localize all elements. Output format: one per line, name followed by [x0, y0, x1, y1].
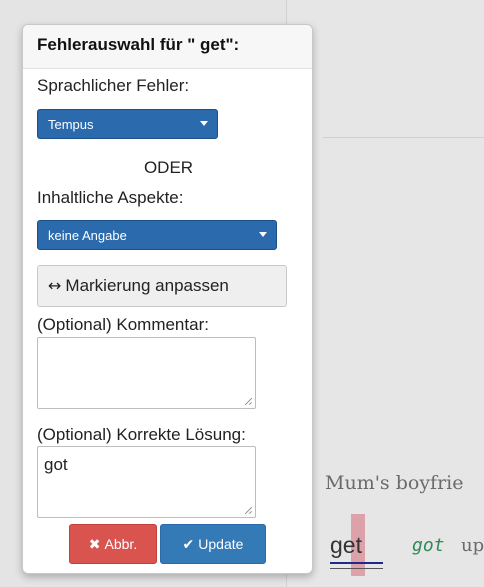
correct-solution-value: got — [44, 455, 68, 474]
adjust-marking-button[interactable]: ↔ Markierung anpassen — [37, 265, 287, 307]
marked-word[interactable]: get — [330, 532, 362, 559]
caret-down-icon — [200, 121, 208, 126]
word-underline — [330, 562, 383, 564]
linguistic-error-label: Sprachlicher Fehler: — [37, 76, 190, 95]
content-aspects-value: keine Angabe — [48, 228, 127, 243]
linguistic-error-value: Tempus — [48, 117, 94, 132]
resize-grip-icon[interactable] — [245, 398, 252, 405]
comment-label: (Optional) Kommentar: — [37, 315, 209, 334]
document-sentence: Mum's boyfrie — [325, 472, 464, 494]
correct-solution-textarea[interactable]: got — [37, 446, 256, 518]
content-aspects-select[interactable]: keine Angabe — [37, 220, 277, 250]
document-area — [287, 0, 484, 587]
times-icon: ✖ — [88, 537, 101, 553]
cancel-label: Abbr. — [104, 536, 138, 552]
word-underline-secondary — [330, 568, 383, 569]
check-icon: ✔ — [182, 537, 195, 553]
caret-down-icon — [259, 232, 267, 237]
or-label: ODER — [143, 158, 194, 177]
correction-text: got — [412, 535, 445, 556]
adjust-marking-label: Markierung anpassen — [65, 276, 229, 295]
popover-title: Fehlerauswahl für " get": — [23, 25, 312, 69]
resize-grip-icon[interactable] — [245, 507, 252, 514]
update-label: Update — [198, 536, 244, 552]
update-button[interactable]: ✔ Update — [160, 524, 266, 564]
following-text: up — [461, 535, 484, 556]
document-separator — [323, 137, 484, 138]
comment-textarea[interactable] — [37, 337, 256, 409]
cancel-button[interactable]: ✖ Abbr. — [69, 524, 157, 564]
error-selection-popover: Fehlerauswahl für " get": Sprachlicher F… — [22, 24, 313, 574]
left-right-arrow-icon: ↔ — [48, 276, 62, 295]
linguistic-error-select[interactable]: Tempus — [37, 109, 218, 139]
correct-solution-label: (Optional) Korrekte Lösung: — [37, 425, 246, 444]
content-aspects-label: Inhaltliche Aspekte: — [37, 188, 184, 207]
